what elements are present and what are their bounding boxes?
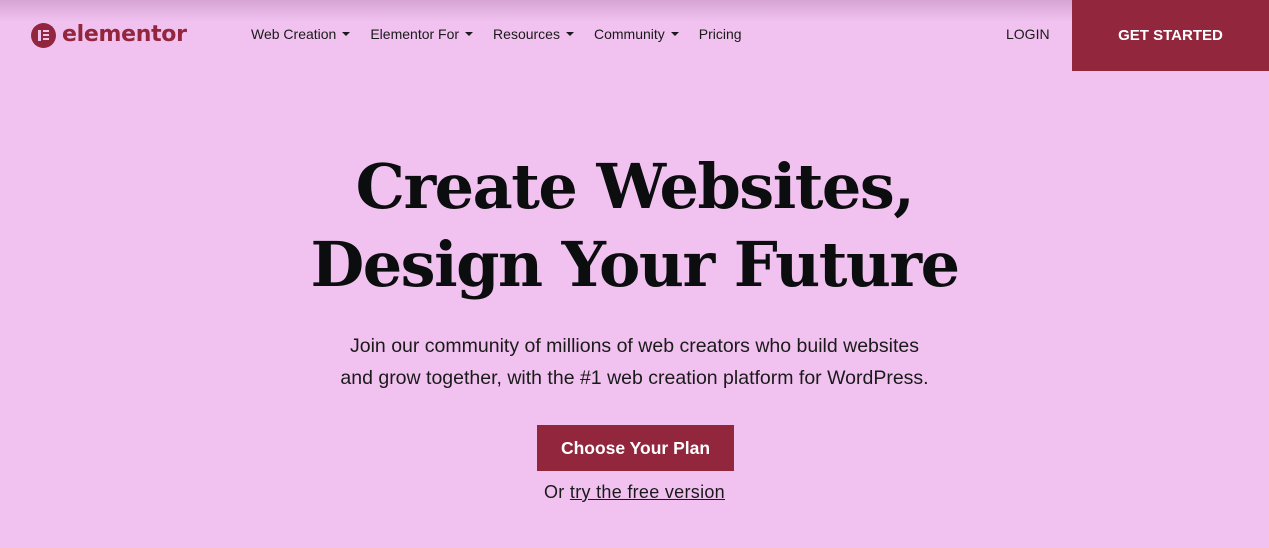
caret-down-icon bbox=[670, 32, 679, 36]
hero-title-line-1: Create Websites, bbox=[355, 150, 915, 223]
hero-title: Create Websites, Design Your Future bbox=[0, 148, 1269, 304]
nav-item-community[interactable]: Community bbox=[594, 26, 679, 42]
caret-down-icon bbox=[465, 32, 474, 36]
site-header: elementor Web Creation Elementor For Res… bbox=[0, 0, 1269, 71]
nav-item-web-creation[interactable]: Web Creation bbox=[251, 26, 351, 42]
hero-subtitle-line-1: Join our community of millions of web cr… bbox=[350, 335, 919, 357]
choose-plan-button[interactable]: Choose Your Plan bbox=[537, 425, 734, 471]
logo[interactable]: elementor bbox=[31, 22, 187, 48]
hero-subtitle: Join our community of millions of web cr… bbox=[0, 330, 1269, 394]
nav-item-label: Web Creation bbox=[251, 26, 337, 42]
nav-item-label: Elementor For bbox=[370, 26, 460, 42]
free-version-prompt: Or try the free version bbox=[0, 482, 1269, 503]
caret-down-icon bbox=[342, 32, 351, 36]
nav-item-label: Community bbox=[593, 26, 665, 42]
caret-down-icon bbox=[565, 32, 574, 36]
nav-item-pricing[interactable]: Pricing bbox=[699, 26, 742, 42]
nav-item-resources[interactable]: Resources bbox=[493, 26, 574, 42]
logo-text: elementor bbox=[62, 22, 187, 47]
nav-item-label: Resources bbox=[493, 26, 560, 42]
get-started-button[interactable]: GET STARTED bbox=[1072, 0, 1269, 71]
main-nav: Web Creation Elementor For Resources Com… bbox=[251, 26, 762, 42]
elementor-logo-icon bbox=[31, 22, 56, 48]
hero-title-line-2: Design Your Future bbox=[310, 228, 960, 301]
alt-prefix: Or bbox=[544, 482, 565, 502]
free-version-link[interactable]: try the free version bbox=[570, 482, 725, 502]
nav-item-label: Pricing bbox=[698, 26, 742, 42]
login-link[interactable]: LOGIN bbox=[1006, 26, 1050, 42]
nav-item-elementor-for[interactable]: Elementor For bbox=[370, 26, 474, 42]
hero-subtitle-line-2: and grow together, with the #1 web creat… bbox=[340, 367, 929, 389]
